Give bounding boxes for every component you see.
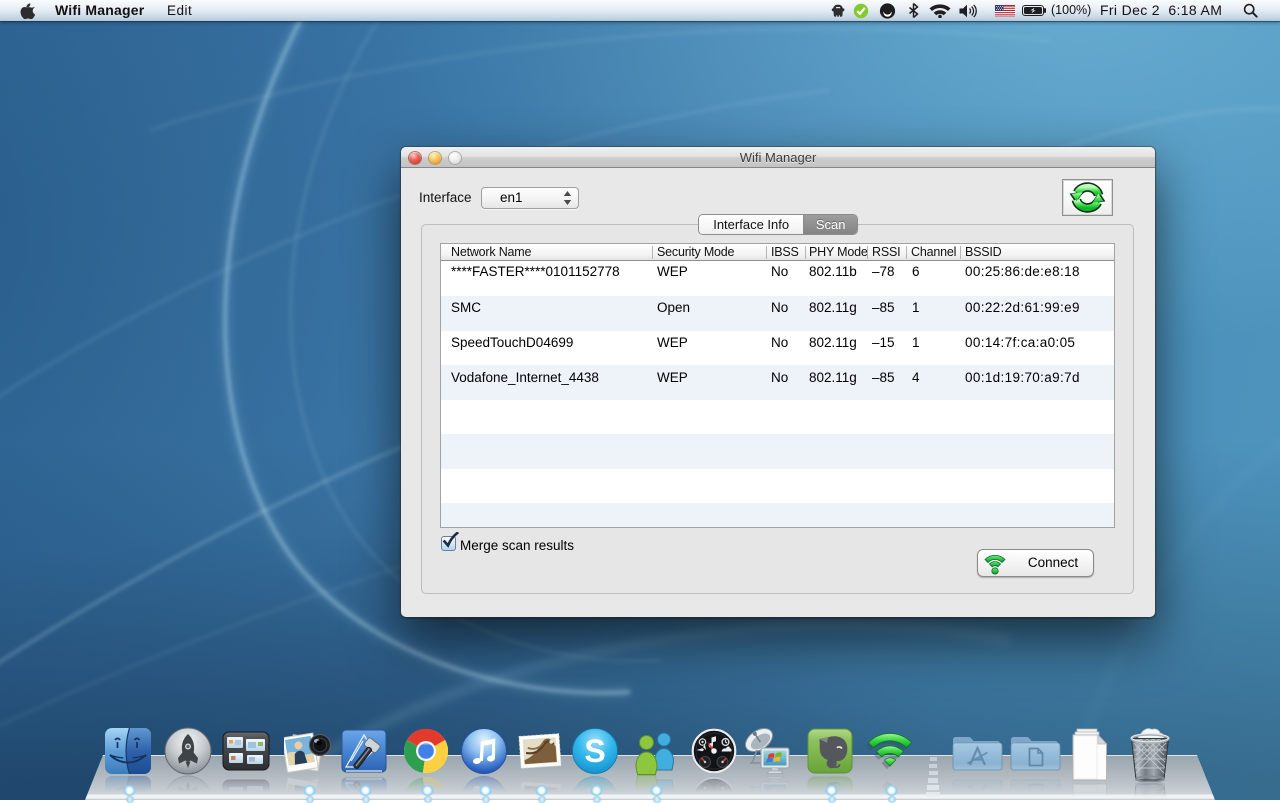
svg-text:S: S: [584, 733, 605, 769]
